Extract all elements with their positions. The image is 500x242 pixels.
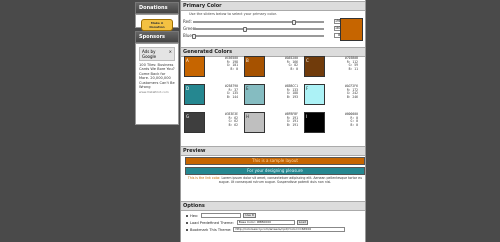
color-swatch[interactable]: A	[184, 56, 205, 77]
load-theme-row: Load Predefined Theme: Base Color: #BB00…	[181, 219, 365, 226]
hex-label: Hex:	[190, 213, 199, 218]
color-b: B: 0	[230, 67, 238, 72]
ad-text[interactable]: 100 Tiles: Business Cards We Bore You? C…	[139, 63, 175, 89]
red-slider[interactable]	[193, 19, 324, 25]
red-slider-row: Red: 198	[181, 18, 365, 25]
donations-heading: Donations	[135, 2, 179, 14]
red-label: Red:	[183, 19, 192, 24]
sidebar: Donations Make A Donation Sponsors Ads b…	[135, 2, 179, 125]
bookmark-url-field[interactable]: http://colorsexcry.com/anwers/cpd/?color…	[233, 227, 346, 232]
color-values: #85BCC1 R: 133 G: 188 B: 193	[265, 84, 298, 109]
color-b: B: 193	[286, 95, 298, 100]
color-cell: F #ACF2F6 R: 172 G: 242 B: 246	[304, 84, 364, 109]
bookmark-label: Bookmark This Theme:	[190, 227, 232, 232]
options-heading: Options	[181, 201, 365, 211]
primary-color-swatch	[340, 18, 363, 41]
bullet-icon	[186, 214, 188, 217]
color-b: B: 62	[228, 123, 238, 128]
green-slider-row: Green: 101	[181, 25, 365, 32]
color-swatch[interactable]: F	[304, 84, 325, 105]
load-theme-select[interactable]: Base Color: #BB0000	[236, 220, 295, 225]
preview-area: This is a sample layout For your designi…	[185, 157, 365, 185]
bookmark-row: Bookmark This Theme: http://colorsexcry.…	[181, 226, 365, 233]
preview-link[interactable]: This is the link color.	[188, 176, 221, 180]
color-b: B: 0	[290, 67, 298, 72]
sponsors-box: Ads by Google × 100 Tiles: Business Card…	[135, 43, 179, 125]
primary-hint: Use the sliders below to select your pri…	[189, 12, 277, 16]
ad-title[interactable]: Ads by Google ×	[139, 47, 175, 61]
blue-slider-row: Blue: 0	[181, 32, 365, 39]
color-b: B: 11	[348, 67, 358, 72]
generated-row: D #258790 R: 37 G: 135 B: 144 E #85BCC1 R: 133…	[184, 84, 364, 109]
color-swatch[interactable]: G	[184, 112, 205, 133]
green-slider-handle[interactable]	[243, 26, 248, 32]
options-area: Hex: Use It Load Predefined Theme: Base …	[181, 212, 365, 233]
close-icon[interactable]: ×	[169, 49, 172, 59]
load-button[interactable]: Load	[296, 220, 308, 225]
preview-heading: Preview	[181, 146, 365, 156]
color-cell: C #703B0B R: 112 G: 59 B: 11	[304, 56, 364, 81]
red-slider-handle[interactable]	[292, 19, 297, 25]
color-cell: G #3E3E3E R: 62 G: 62 B: 62	[184, 112, 244, 137]
generated-row: A #C66500 R: 198 G: 101 B: 0 B #A65200 R: 166 G…	[184, 56, 364, 81]
sponsors-heading: Sponsors	[135, 31, 179, 43]
ad-title-label: Ads by Google	[142, 49, 157, 59]
color-swatch[interactable]: E	[244, 84, 265, 105]
color-swatch[interactable]: C	[304, 56, 325, 77]
main-panel: Primary Color Use the sliders below to s…	[180, 0, 366, 242]
blue-slider[interactable]	[192, 33, 324, 39]
color-values: #ACF2F6 R: 172 G: 242 B: 246	[325, 84, 358, 109]
preview-bar-primary: This is a sample layout	[185, 157, 365, 165]
color-swatch[interactable]: I	[304, 112, 325, 133]
color-values: #BFBFBF R: 191 G: 191 B: 191	[265, 112, 298, 137]
color-values: #703B0B R: 112 G: 59 B: 11	[325, 56, 358, 81]
color-b: B: 0	[350, 123, 358, 128]
color-b: B: 191	[286, 123, 298, 128]
use-it-button[interactable]: Use It	[243, 213, 256, 218]
bullet-icon	[186, 228, 188, 231]
green-label: Green:	[183, 26, 197, 31]
color-values: #C66500 R: 198 G: 101 B: 0	[205, 56, 238, 81]
generated-colors-grid: A #C66500 R: 198 G: 101 B: 0 B #A65200 R: 166 G…	[184, 56, 364, 140]
color-values: #A65200 R: 166 G: 82 B: 0	[265, 56, 298, 81]
color-cell: H #BFBFBF R: 191 G: 191 B: 191	[244, 112, 304, 137]
preview-body-text: Lorem ipsum dolor sit amet, consectetuer…	[218, 176, 363, 184]
color-cell: B #A65200 R: 166 G: 82 B: 0	[244, 56, 304, 81]
donations-box: Make A Donation	[135, 14, 179, 31]
color-swatch[interactable]: H	[244, 112, 265, 133]
generated-row: G #3E3E3E R: 62 G: 62 B: 62 H #BFBFBF R: 191 G:…	[184, 112, 364, 137]
blue-slider-handle[interactable]	[192, 33, 196, 39]
color-b: B: 144	[226, 95, 238, 100]
color-cell: A #C66500 R: 198 G: 101 B: 0	[184, 56, 244, 81]
color-values: #000000 R: 0 G: 0 B: 0	[325, 112, 358, 137]
color-cell: E #85BCC1 R: 133 G: 188 B: 193	[244, 84, 304, 109]
preview-bar-secondary: For your designing pleasure	[185, 167, 365, 175]
ad-link[interactable]: www.VistaPrint.com	[139, 90, 175, 94]
bullet-icon	[186, 221, 188, 224]
color-cell: D #258790 R: 37 G: 135 B: 144	[184, 84, 244, 109]
color-cell: I #000000 R: 0 G: 0 B: 0	[304, 112, 364, 137]
load-theme-label: Load Predefined Theme:	[190, 220, 234, 225]
color-swatch[interactable]: D	[184, 84, 205, 105]
donate-button[interactable]: Make A Donation	[141, 19, 173, 31]
color-b: B: 246	[346, 95, 358, 100]
color-values: #3E3E3E R: 62 G: 62 B: 62	[205, 112, 238, 137]
color-values: #258790 R: 37 G: 135 B: 144	[205, 84, 238, 109]
preview-body: This is the link color. Lorem ipsum dolo…	[185, 176, 365, 185]
hex-input[interactable]	[201, 213, 242, 218]
primary-color-heading: Primary Color	[181, 1, 365, 11]
green-slider[interactable]	[193, 26, 324, 32]
color-swatch[interactable]: B	[244, 56, 265, 77]
hex-option-row: Hex: Use It	[181, 212, 365, 219]
